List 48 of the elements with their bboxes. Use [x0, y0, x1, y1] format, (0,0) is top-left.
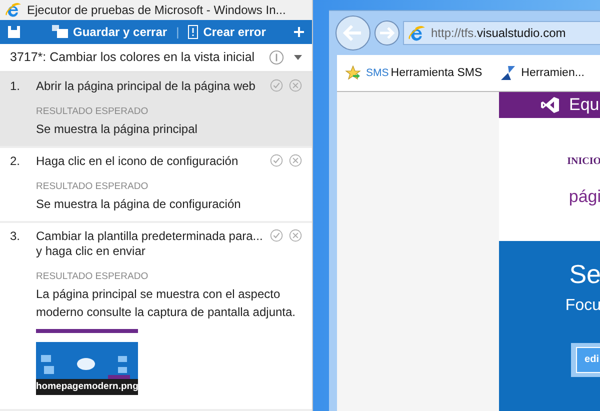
pass-check-icon[interactable] [270, 154, 283, 168]
window-title: Ejecutor de pruebas de Microsoft - Windows In... [27, 3, 286, 18]
hero-subtitle: Focu [564, 297, 600, 315]
test-case-title: 3717*: Cambiar los colores en la vista inicial [10, 50, 256, 64]
add-icon[interactable] [294, 26, 304, 37]
site-title: Equ [569, 95, 600, 115]
attachment-thumbnail[interactable]: homepagemodern.png [36, 329, 138, 396]
ie-logo-icon [408, 24, 425, 42]
expected-result: Se muestra la página principal [36, 121, 198, 138]
caret-icon[interactable] [294, 54, 302, 60]
favorite-link[interactable]: SMS Herramienta SMS [345, 65, 482, 81]
expected-result-label: RESULTADO ESPERADO [36, 106, 150, 118]
toolbar-separator: | [176, 24, 180, 39]
pass-check-icon[interactable] [270, 79, 283, 92]
address-bar[interactable]: http://tfs.visualstudio.com [403, 21, 600, 45]
save-close-icon [52, 25, 68, 38]
tool-logo-icon [500, 65, 516, 81]
create-bug-button[interactable]: Crear error [188, 24, 266, 39]
exclamation-icon [188, 24, 198, 39]
url-text: http://tfs.visualstudio.com [431, 26, 566, 40]
info-icon[interactable] [269, 50, 284, 65]
test-step[interactable]: 2. Haga clic en el icono de configuración RESULTADO ESPERADO Se muestra la página de configuración [0, 148, 312, 224]
star-icon [345, 65, 361, 81]
fail-x-icon[interactable] [289, 79, 302, 92]
step-action: Haga clic en el icono de configuración [36, 154, 240, 170]
visual-studio-logo-icon [541, 97, 559, 113]
step-action: Cambiar la plantilla predeterminada para... y haga clic en enviar [36, 229, 264, 260]
step-number: 2. [10, 154, 22, 168]
pass-check-icon[interactable] [270, 229, 283, 242]
favorite-link[interactable]: Herramien... [500, 65, 584, 81]
ie-logo-icon [5, 2, 21, 18]
test-step[interactable]: 1. Abrir la página principal de la página web RESULTADO ESPERADO Se muestra la página principal [0, 73, 312, 148]
forward-button-icon[interactable] [374, 20, 400, 46]
expected-result: Se muestra la página de configuración [36, 196, 242, 214]
fail-x-icon[interactable] [289, 229, 302, 242]
back-button-icon[interactable] [335, 15, 371, 51]
save-icon[interactable] [8, 26, 20, 38]
save-close-button[interactable]: Guardar y cerrar [52, 24, 168, 39]
fail-x-icon[interactable] [289, 154, 302, 168]
expected-result: La página principal se muestra con el aspecto moderno consulte la captura de pantalla adjunta. [36, 286, 297, 322]
step-action: Abrir la página principal de la página web [36, 79, 256, 94]
step-number: 1. [10, 79, 22, 94]
hero-title: Se [568, 259, 600, 289]
expected-result-label: RESULTADO ESPERADO [36, 271, 150, 282]
page-heading: pági [568, 187, 600, 207]
expected-result-label: RESULTADO ESPERADO [36, 181, 150, 192]
attachment-filename: homepagemodern.png [36, 379, 138, 396]
step-number: 3. [10, 229, 22, 244]
